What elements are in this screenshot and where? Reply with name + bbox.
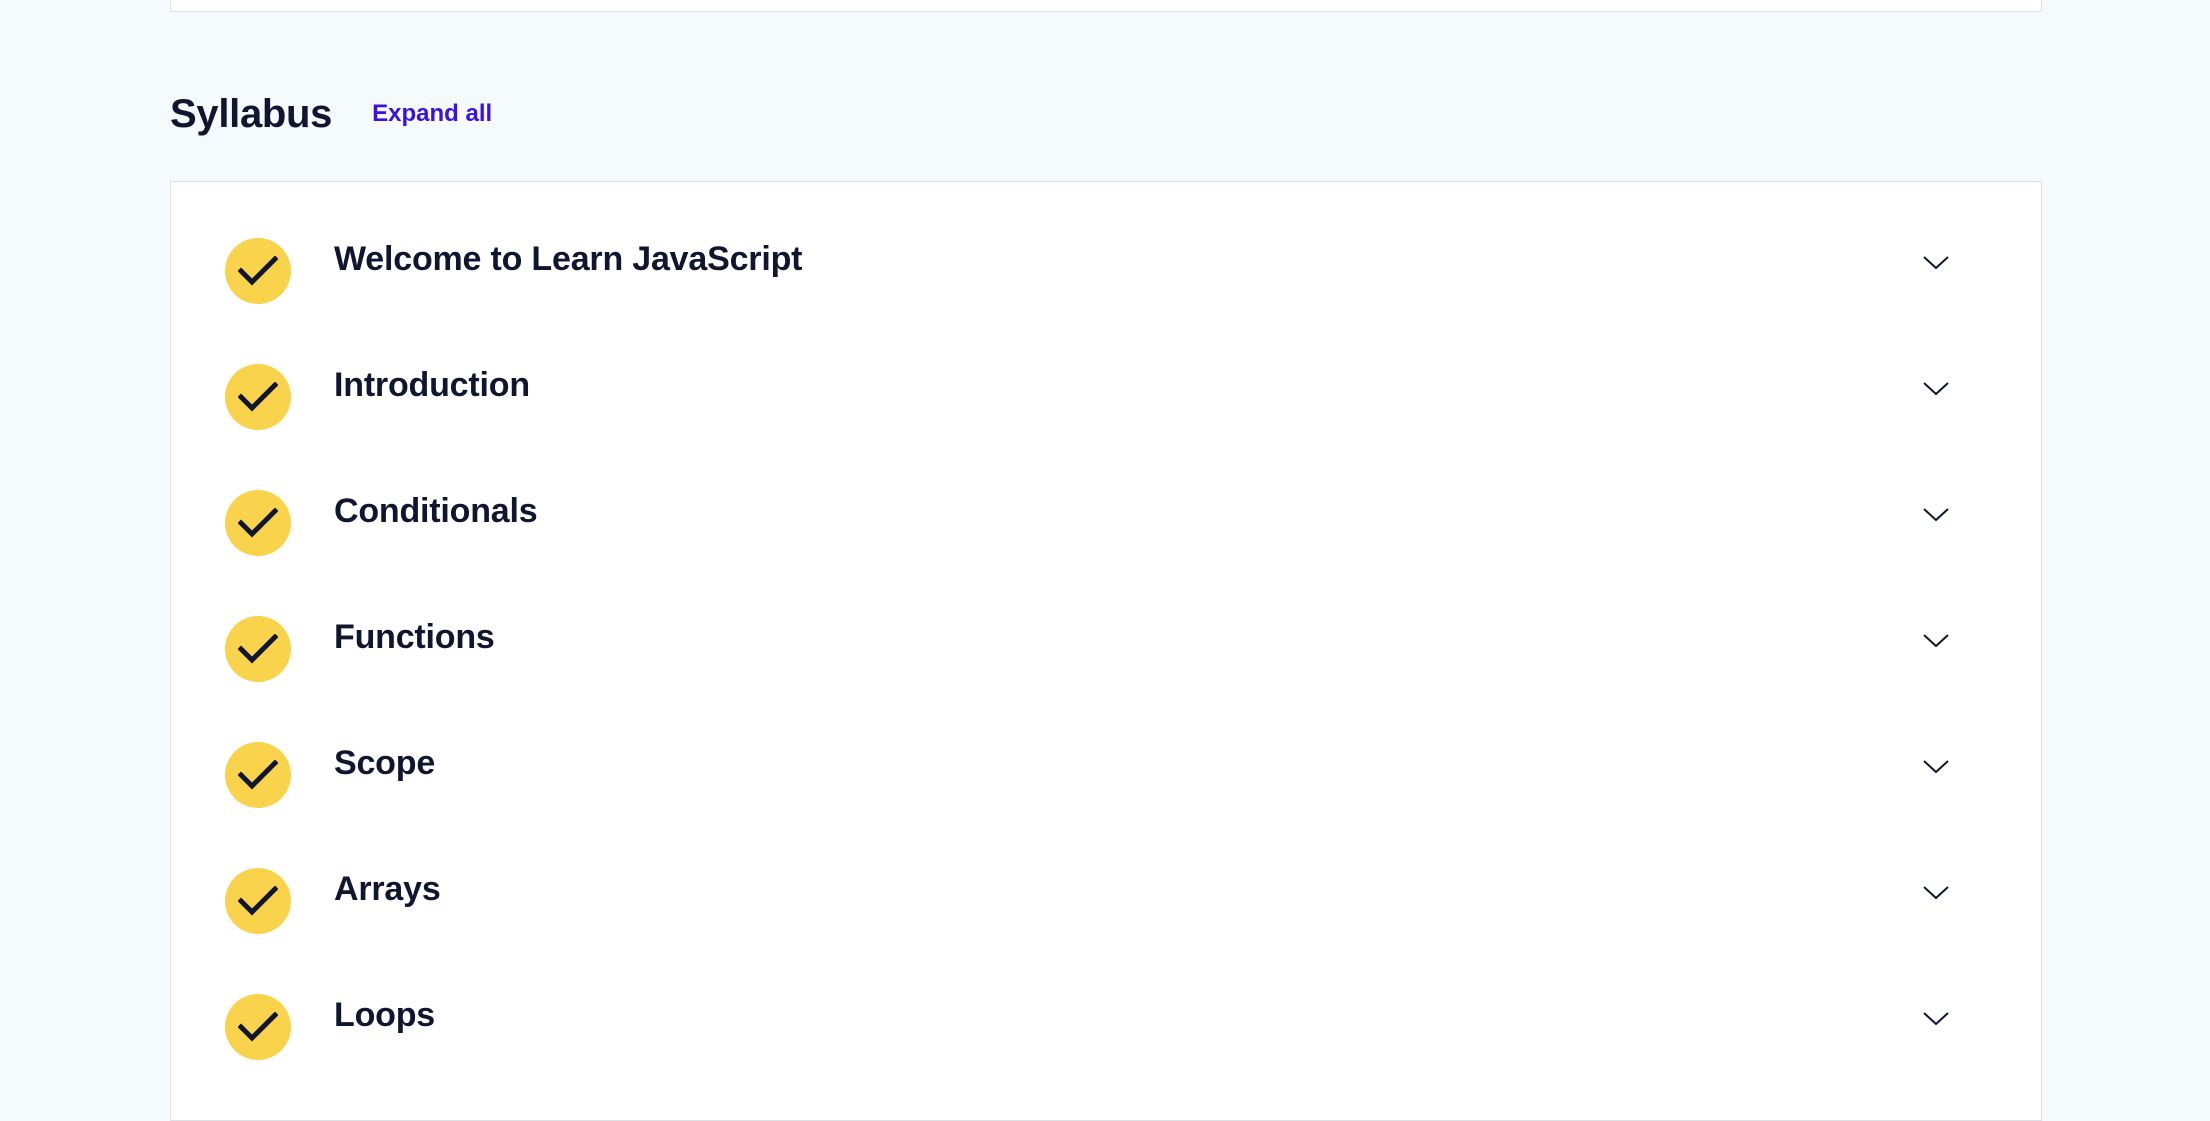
expand-all-button[interactable]: Expand all: [372, 100, 492, 128]
module-title: Welcome to Learn JavaScript: [334, 240, 803, 278]
module-row[interactable]: Conditionals: [225, 490, 1950, 616]
module-title: Conditionals: [334, 492, 538, 530]
checkmark-icon: [225, 742, 291, 808]
module-row[interactable]: Welcome to Learn JavaScript: [225, 238, 1950, 364]
module-row[interactable]: Functions: [225, 616, 1950, 742]
chevron-down-icon[interactable]: [1922, 378, 1950, 398]
module-title: Loops: [334, 996, 435, 1034]
module-row[interactable]: Introduction: [225, 364, 1950, 490]
syllabus-title: Syllabus: [170, 91, 333, 136]
module-title: Scope: [334, 744, 436, 782]
checkmark-icon: [225, 868, 291, 934]
chevron-down-icon[interactable]: [1922, 882, 1950, 902]
chevron-down-icon[interactable]: [1922, 252, 1950, 272]
syllabus-card: Welcome to Learn JavaScript Introduction…: [170, 181, 2042, 1121]
chevron-down-icon[interactable]: [1922, 756, 1950, 776]
checkmark-icon: [225, 490, 291, 556]
chevron-down-icon[interactable]: [1922, 504, 1950, 524]
chevron-down-icon[interactable]: [1922, 1008, 1950, 1028]
checkmark-icon: [225, 616, 291, 682]
checkmark-icon: [225, 238, 291, 304]
previous-section-card: [170, 0, 2042, 12]
module-row[interactable]: Scope: [225, 742, 1950, 868]
module-title: Arrays: [334, 870, 441, 908]
checkmark-icon: [225, 994, 291, 1060]
chevron-down-icon[interactable]: [1922, 630, 1950, 650]
module-list: Welcome to Learn JavaScript Introduction…: [225, 238, 1950, 1120]
module-row[interactable]: Loops: [225, 994, 1950, 1120]
module-title: Functions: [334, 618, 495, 656]
module-row[interactable]: Arrays: [225, 868, 1950, 994]
checkmark-icon: [225, 364, 291, 430]
module-title: Introduction: [334, 366, 530, 404]
syllabus-header: Syllabus Expand all: [170, 86, 492, 142]
